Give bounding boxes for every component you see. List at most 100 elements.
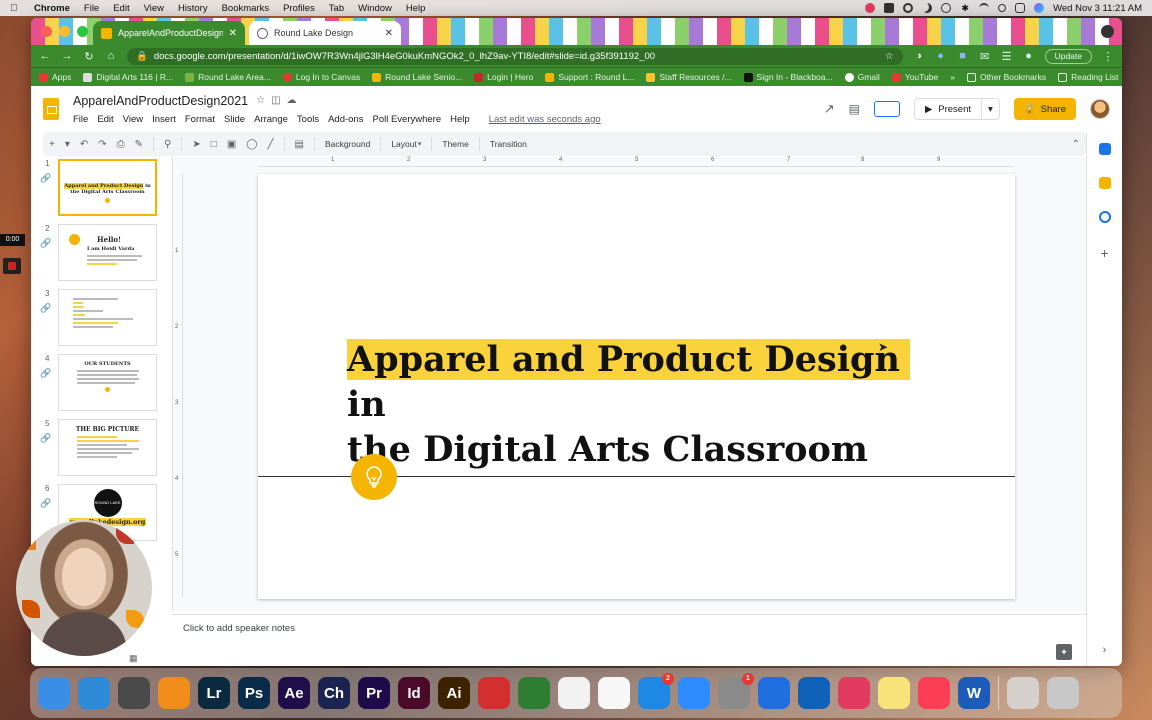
paint-format-icon[interactable]: ✎ bbox=[135, 139, 143, 150]
bookmark-support[interactable]: Support : Round L... bbox=[545, 72, 634, 82]
dock-app-word[interactable]: W bbox=[958, 677, 990, 709]
filmstrip-slide[interactable]: 4 🔗 OUR STUDENTS bbox=[31, 352, 171, 417]
dock-app-safari[interactable] bbox=[78, 677, 110, 709]
address-bar[interactable]: 🔒 docs.google.com/presentation/d/1iwOW7R… bbox=[127, 47, 903, 65]
dock-app-premiere[interactable]: Pr bbox=[358, 677, 390, 709]
puzzle-extensions-icon[interactable]: ✉ bbox=[979, 50, 991, 63]
docs-menu-format[interactable]: Format bbox=[185, 114, 215, 125]
slide-title[interactable]: Apparel and Product Design in the Digital… bbox=[347, 337, 947, 472]
zoom-icon[interactable]: ⚲ bbox=[164, 139, 171, 150]
wifi-icon[interactable] bbox=[979, 3, 990, 13]
docs-menu-addons[interactable]: Add-ons bbox=[328, 114, 363, 125]
dock-app-desktop-car[interactable] bbox=[1007, 677, 1039, 709]
filmstrip-slide[interactable]: 3 🔗 bbox=[31, 287, 171, 352]
menu-help[interactable]: Help bbox=[406, 3, 426, 14]
slide-thumbnail[interactable]: Apparel and Product Design in the Digital… bbox=[58, 159, 157, 216]
redo-icon[interactable]: ↷ bbox=[98, 139, 106, 150]
docs-menu-edit[interactable]: Edit bbox=[97, 114, 113, 125]
dock-app-acrobat[interactable] bbox=[478, 677, 510, 709]
dark-mode-extension-icon[interactable]: ◑ bbox=[913, 50, 925, 62]
bluetooth-icon[interactable]: ✱ bbox=[960, 3, 970, 13]
docs-menu-arrange[interactable]: Arrange bbox=[254, 114, 288, 125]
back-arrow-icon[interactable]: ← bbox=[39, 50, 51, 62]
tab-search-icon[interactable] bbox=[1101, 25, 1114, 38]
menu-kebab-icon[interactable]: ⋮ bbox=[1102, 50, 1114, 63]
star-icon[interactable]: ☆ bbox=[256, 95, 265, 106]
tab-round-lake-design[interactable]: Round Lake Design ✕ bbox=[249, 21, 401, 45]
update-button[interactable]: Update bbox=[1044, 48, 1092, 64]
slide-thumbnail[interactable]: THE BIG PICTURE bbox=[58, 419, 157, 476]
close-tab-icon[interactable]: ✕ bbox=[385, 28, 393, 39]
forward-arrow-icon[interactable]: → bbox=[61, 50, 73, 62]
tasks-icon[interactable] bbox=[1098, 211, 1111, 223]
line-icon[interactable]: ╱ bbox=[267, 139, 273, 150]
image-icon[interactable]: ▣ bbox=[227, 139, 236, 150]
menu-file[interactable]: File bbox=[84, 3, 99, 14]
zoom-window-button[interactable] bbox=[77, 26, 88, 37]
filmstrip-slide[interactable]: 5 🔗 THE BIG PICTURE bbox=[31, 417, 171, 482]
bookmark-canvas[interactable]: Log In to Canvas bbox=[282, 72, 360, 82]
bookmark-hero[interactable]: Login | Hero bbox=[474, 72, 533, 82]
profile-icon[interactable]: ● bbox=[1023, 50, 1035, 62]
screen-record-icon[interactable] bbox=[941, 3, 952, 13]
stop-recording-button[interactable] bbox=[3, 258, 21, 274]
transition-button[interactable]: Transition bbox=[490, 139, 527, 149]
search-icon[interactable] bbox=[998, 4, 1007, 12]
account-avatar[interactable] bbox=[1090, 99, 1110, 119]
home-icon[interactable]: ⌂ bbox=[105, 50, 117, 62]
menu-window[interactable]: Window bbox=[358, 3, 392, 14]
new-slide-plus-icon[interactable]: + bbox=[49, 139, 55, 150]
creative-cloud-status-icon[interactable] bbox=[865, 3, 876, 13]
slide-thumbnail[interactable]: OUR STUDENTS bbox=[58, 354, 157, 411]
gear-status-icon[interactable] bbox=[903, 3, 914, 13]
reading-list[interactable]: Reading List bbox=[1058, 72, 1118, 82]
menu-edit[interactable]: Edit bbox=[113, 3, 129, 14]
explore-icon[interactable]: ✦ bbox=[1056, 644, 1072, 660]
speaker-notes-placeholder[interactable]: Click to add speaker notes bbox=[183, 623, 295, 634]
present-dropdown-chevron-icon[interactable]: ▾ bbox=[982, 104, 999, 115]
dock-app-indesign[interactable]: Id bbox=[398, 677, 430, 709]
undo-icon[interactable]: ↶ bbox=[80, 139, 88, 150]
docs-menu-view[interactable]: View bbox=[123, 114, 143, 125]
print-icon[interactable]: ⎙ bbox=[117, 139, 125, 150]
new-tab-button[interactable]: + bbox=[409, 24, 425, 40]
theme-button[interactable]: Theme bbox=[442, 139, 468, 149]
docs-menu-slide[interactable]: Slide bbox=[224, 114, 245, 125]
bookmark-staff-resources[interactable]: Staff Resources /... bbox=[646, 72, 732, 82]
minimize-window-button[interactable] bbox=[59, 26, 70, 37]
translate-extension-icon[interactable]: ■ bbox=[957, 50, 969, 62]
share-button[interactable]: 🔒 Share bbox=[1013, 98, 1076, 120]
comment-add-icon[interactable]: ▤ bbox=[295, 139, 304, 150]
dock-app-after-effects[interactable]: Ae bbox=[278, 677, 310, 709]
bookmark-star-icon[interactable]: ☆ bbox=[885, 51, 894, 62]
dropbox-status-icon[interactable] bbox=[884, 3, 895, 13]
docs-menu-file[interactable]: File bbox=[73, 114, 88, 125]
other-bookmarks[interactable]: Other Bookmarks bbox=[966, 72, 1046, 82]
bookmark-youtube[interactable]: YouTube bbox=[891, 72, 938, 82]
expand-panel-chevron-icon[interactable]: › bbox=[1103, 644, 1107, 656]
docs-menu-tools[interactable]: Tools bbox=[297, 114, 319, 125]
bookmarks-more[interactable]: » bbox=[950, 72, 955, 82]
dock-app-zoom[interactable] bbox=[678, 677, 710, 709]
control-center-icon[interactable] bbox=[1015, 3, 1026, 13]
bookmark-gmail[interactable]: Gmail bbox=[844, 72, 880, 82]
close-window-button[interactable] bbox=[41, 26, 52, 37]
dock-app-photoshop[interactable]: Ps bbox=[238, 677, 270, 709]
dock-app-illustrator[interactable]: Ai bbox=[438, 677, 470, 709]
dock-app-creative-cloud[interactable] bbox=[838, 677, 870, 709]
dock-app-dropbox[interactable] bbox=[758, 677, 790, 709]
meet-present-icon[interactable] bbox=[873, 101, 900, 117]
menu-profiles[interactable]: Profiles bbox=[283, 3, 315, 14]
dock-app-system-preferences[interactable]: 1 bbox=[718, 673, 754, 709]
select-cursor-icon[interactable]: ➤ bbox=[192, 139, 200, 150]
filmstrip-slide[interactable]: 2 🔗 Hello! I am Heidi Varda bbox=[31, 222, 171, 287]
dock-app-photos[interactable] bbox=[598, 677, 630, 709]
dock-app-music[interactable] bbox=[918, 677, 950, 709]
docs-menu-poll-everywhere[interactable]: Poll Everywhere bbox=[372, 114, 441, 125]
layout-dropdown-icon[interactable]: ▾ bbox=[418, 140, 422, 148]
dock-app-character[interactable]: Ch bbox=[318, 677, 350, 709]
dock-app-finder[interactable] bbox=[38, 677, 70, 709]
dock-app-app-store[interactable]: 2 bbox=[638, 673, 674, 709]
comments-icon[interactable]: ▤ bbox=[849, 102, 860, 116]
filmstrip-slide[interactable]: 1 🔗 Apparel and Product Design in the Dig… bbox=[31, 157, 171, 222]
